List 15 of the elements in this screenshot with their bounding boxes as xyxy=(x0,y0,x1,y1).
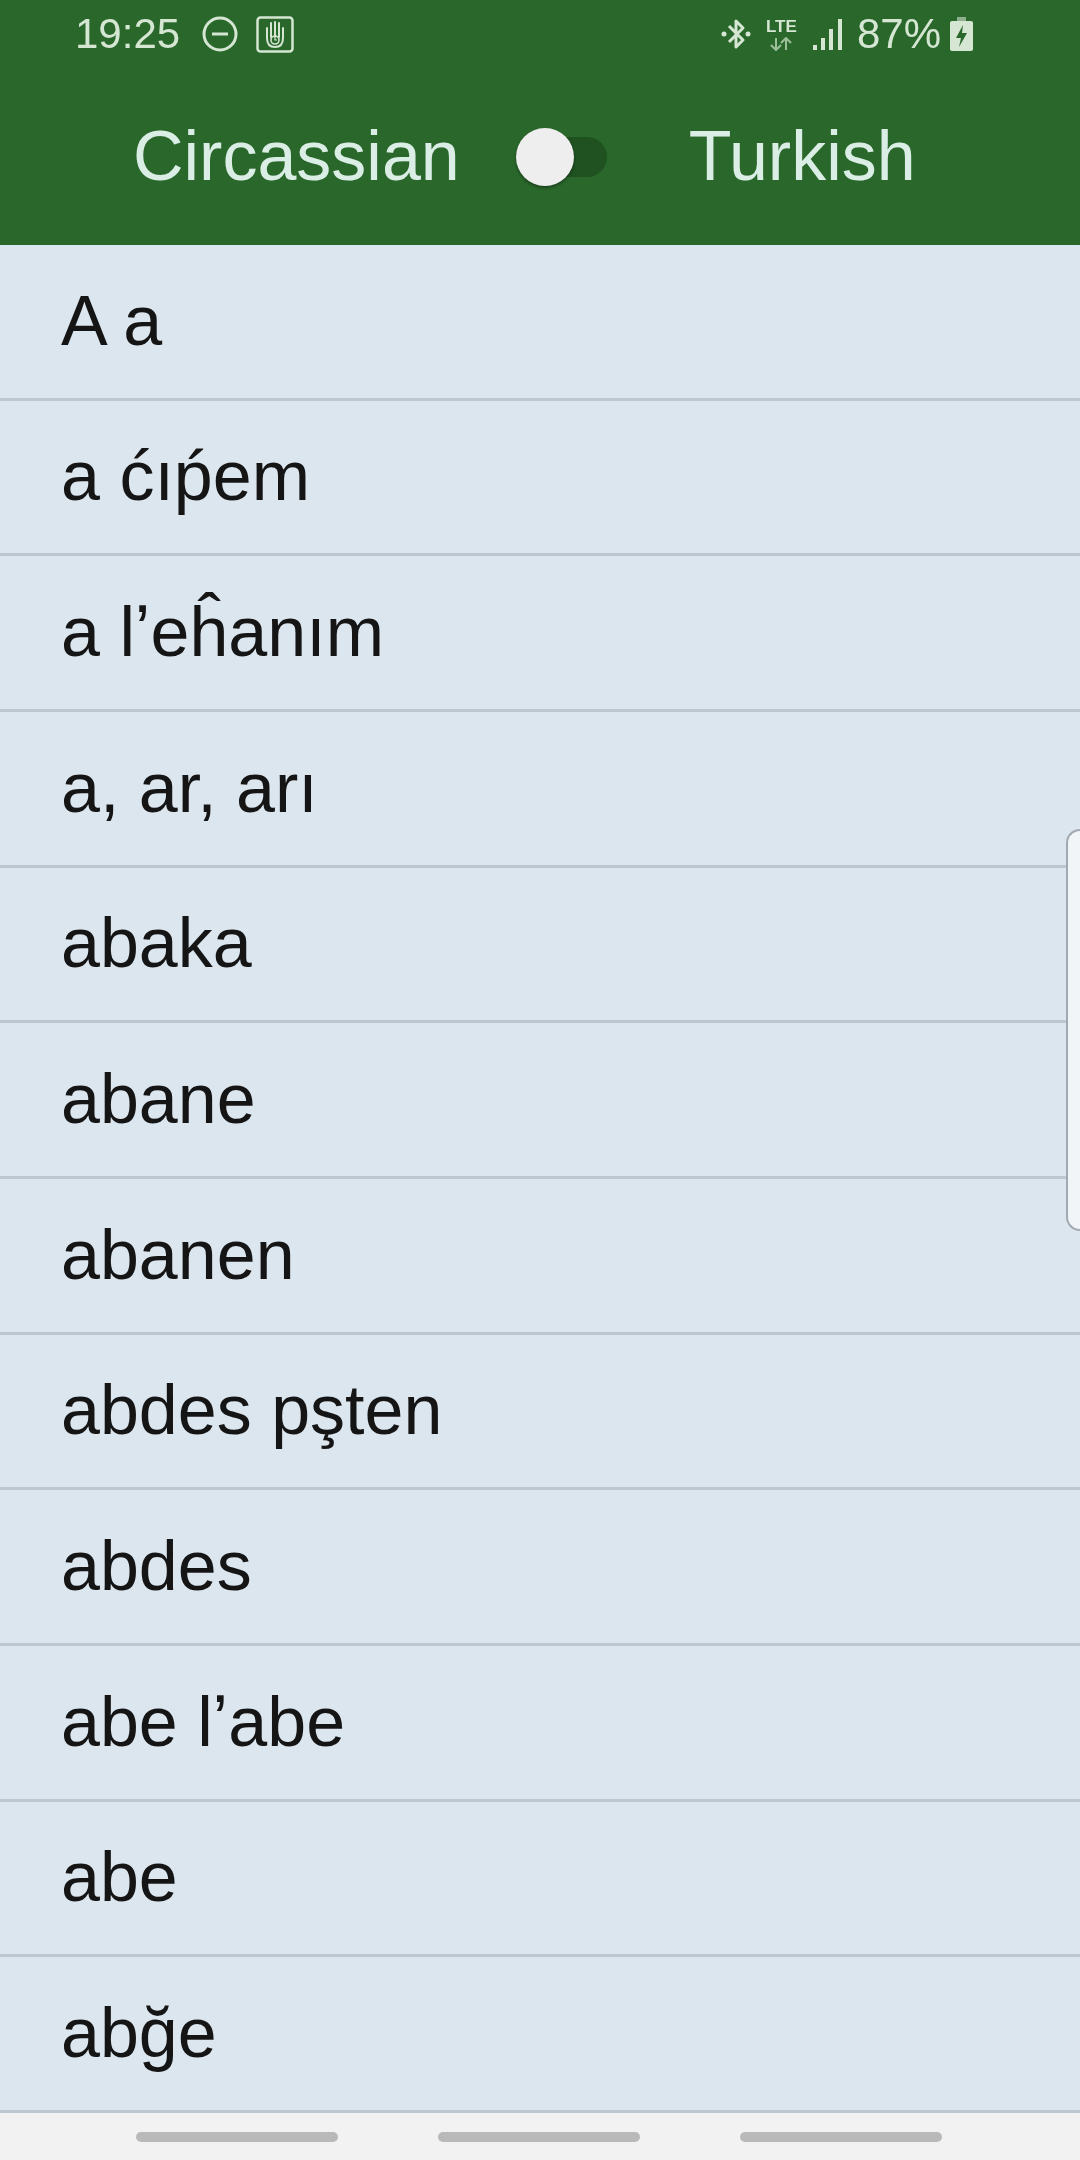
source-language-label: Circassian xyxy=(133,118,460,195)
target-language-label: Turkish xyxy=(688,118,916,195)
hand-icon xyxy=(256,15,295,53)
toggle-switch[interactable] xyxy=(515,127,607,186)
battery-percent: 87% xyxy=(856,13,941,55)
gesture-hint-icon xyxy=(740,2131,942,2142)
battery-charging-icon xyxy=(950,17,973,51)
signal-icon xyxy=(812,18,843,50)
clock-time: 19:25 xyxy=(75,13,181,55)
gesture-hint-icon xyxy=(438,2131,640,2142)
do-not-disturb-icon xyxy=(202,16,239,52)
data-arrows-icon xyxy=(769,36,794,51)
fast-scroll-handle[interactable] xyxy=(1066,829,1080,1231)
gesture-hint-icon xyxy=(136,2131,338,2142)
network-type-label: LTE xyxy=(766,17,797,35)
